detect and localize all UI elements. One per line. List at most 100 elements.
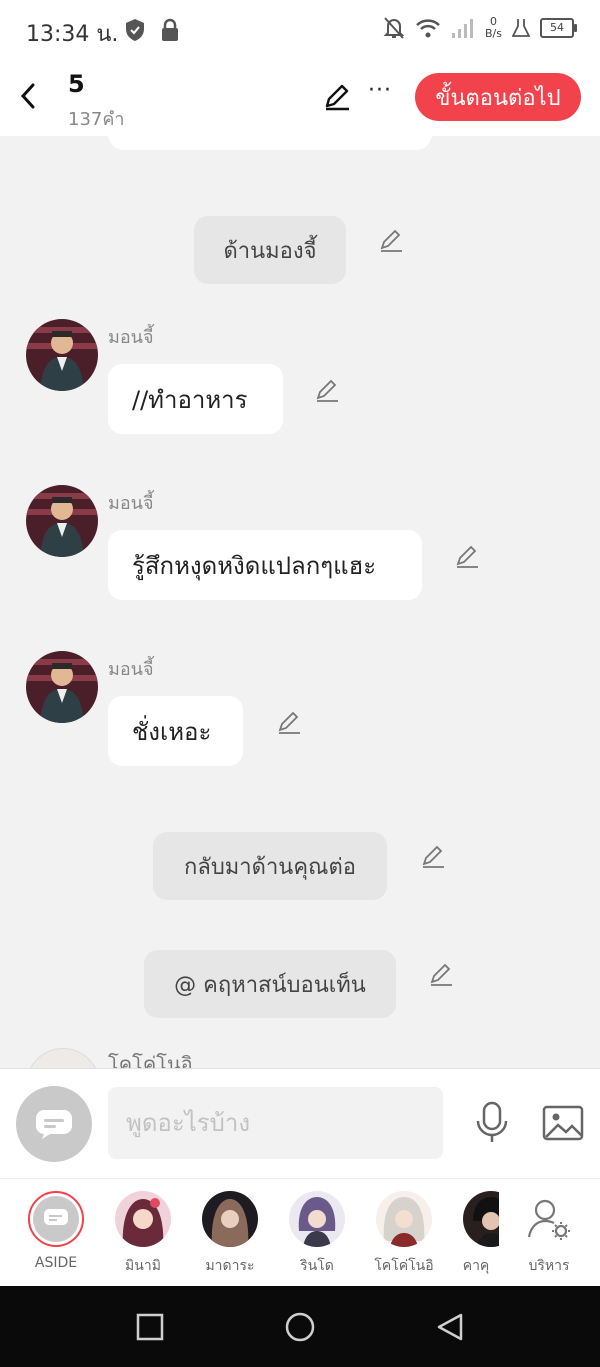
edit-message-button[interactable] bbox=[428, 962, 454, 988]
pencil-icon bbox=[430, 963, 452, 986]
pencil-icon bbox=[422, 845, 444, 868]
character-avatar-image bbox=[463, 1191, 499, 1247]
manage-characters-button[interactable]: บริหาร bbox=[511, 1191, 587, 1277]
battery-indicator: 54 bbox=[540, 18, 577, 38]
character-madara[interactable]: มาดาระ bbox=[192, 1191, 268, 1277]
character-label: คาคุ bbox=[462, 1258, 490, 1274]
flask-icon bbox=[512, 19, 530, 37]
character-label: ASIDE bbox=[34, 1255, 78, 1271]
chat-bubble-icon bbox=[36, 1110, 72, 1139]
speaker-name: โคโค่โนอิ bbox=[108, 1052, 193, 1068]
back-nav-button[interactable] bbox=[435, 1312, 465, 1342]
character-avatar-image bbox=[115, 1191, 171, 1247]
narration-text: ด้านมองจี้ bbox=[223, 238, 317, 264]
character-avatar-image bbox=[289, 1191, 345, 1247]
location-bubble[interactable]: @ คฤหาสน์บอนเท็น bbox=[144, 950, 396, 1018]
message-bubble[interactable]: รู้สึกหงุดหงิดแปลกๆแฮะ bbox=[108, 530, 422, 600]
narration-text: กลับมาด้านคุณต่อ bbox=[184, 854, 356, 880]
character-label: มาดาระ bbox=[205, 1258, 255, 1274]
recents-button[interactable] bbox=[135, 1312, 165, 1342]
character-label: มินามิ bbox=[125, 1258, 161, 1274]
status-left-icons bbox=[124, 18, 180, 42]
pencil-icon bbox=[278, 711, 300, 734]
triangle-back-icon bbox=[437, 1313, 463, 1341]
edit-message-button[interactable] bbox=[378, 228, 404, 254]
wifi-icon bbox=[416, 19, 440, 38]
signal-icon bbox=[452, 19, 474, 38]
character-label: รินโด bbox=[300, 1258, 334, 1274]
character-kokonoi[interactable]: โคโค่โนอิ bbox=[366, 1191, 442, 1277]
microphone-icon bbox=[476, 1101, 508, 1142]
character-label: บริหาร bbox=[528, 1258, 570, 1274]
pencil-icon bbox=[325, 84, 349, 111]
status-bar: 13:34 น. 0 B/s 54 bbox=[0, 0, 600, 60]
message-input[interactable] bbox=[108, 1087, 443, 1159]
character-avatar-image bbox=[202, 1191, 258, 1247]
avatar-monji[interactable] bbox=[26, 485, 98, 557]
message-input-box[interactable] bbox=[108, 1087, 443, 1159]
edit-message-button[interactable] bbox=[276, 710, 302, 736]
circle-icon bbox=[285, 1312, 315, 1342]
narration-bubble[interactable]: ด้านมองจี้ bbox=[194, 216, 346, 284]
image-upload-button[interactable] bbox=[542, 1105, 584, 1141]
app-header: 5 137คำ ··· ขั้นตอนต่อไป bbox=[0, 60, 600, 136]
net-speed-unit: B/s bbox=[485, 27, 502, 40]
character-label: โคโค่โนอิ bbox=[374, 1258, 434, 1274]
character-avatar-image bbox=[26, 651, 98, 723]
edit-message-button[interactable] bbox=[454, 544, 480, 570]
message-text: ชั่งเหอะ bbox=[132, 717, 212, 746]
speaker-name: มอนจี้ bbox=[108, 327, 154, 348]
status-right: 0 B/s 54 bbox=[383, 16, 577, 40]
chat-area[interactable]: ด้านมองจี้ มอนจี้ //ทำอาหาร มอนจี้ รู้สึ… bbox=[0, 136, 600, 1068]
message-text: //ทำอาหาร bbox=[132, 385, 248, 414]
status-time: 13:34 น. bbox=[26, 22, 119, 47]
character-avatar-image bbox=[26, 485, 98, 557]
character-avatar bbox=[289, 1191, 345, 1247]
character-minami[interactable]: มินามิ bbox=[105, 1191, 181, 1277]
bell-off-icon bbox=[383, 17, 405, 39]
voice-input-button[interactable] bbox=[474, 1101, 510, 1145]
speaker-name: มอนจี้ bbox=[108, 659, 154, 680]
back-button[interactable] bbox=[14, 80, 42, 112]
more-options-button[interactable]: ··· bbox=[368, 78, 392, 103]
shield-icon bbox=[126, 19, 144, 41]
edit-title-button[interactable] bbox=[322, 82, 352, 112]
character-avatar-image bbox=[376, 1191, 432, 1247]
image-icon bbox=[542, 1105, 584, 1141]
pencil-icon bbox=[380, 229, 402, 252]
avatar-monji[interactable] bbox=[26, 319, 98, 391]
pencil-icon bbox=[316, 379, 338, 402]
net-speed: 0 B/s bbox=[485, 16, 502, 40]
message-text: รู้สึกหงุดหงิดแปลกๆแฮะ bbox=[132, 551, 377, 580]
square-icon bbox=[136, 1313, 164, 1341]
selected-ring bbox=[28, 1191, 84, 1247]
word-count: 137คำ bbox=[68, 109, 125, 130]
message-bubble[interactable]: //ทำอาหาร bbox=[108, 364, 283, 434]
avatar-monji[interactable] bbox=[26, 651, 98, 723]
aside-mode-button[interactable] bbox=[16, 1086, 92, 1162]
home-button[interactable] bbox=[285, 1312, 315, 1342]
chat-bubble-icon bbox=[44, 1209, 68, 1225]
narration-bubble[interactable]: กลับมาด้านคุณต่อ bbox=[153, 832, 387, 900]
system-nav-bar bbox=[0, 1286, 600, 1367]
character-aside[interactable]: ASIDE bbox=[18, 1191, 94, 1271]
character-rindo[interactable]: รินโด bbox=[279, 1191, 355, 1277]
character-avatar bbox=[202, 1191, 258, 1247]
aside-avatar bbox=[33, 1196, 79, 1242]
edit-message-button[interactable] bbox=[314, 378, 340, 404]
character-avatar bbox=[376, 1191, 432, 1247]
edit-message-button[interactable] bbox=[420, 844, 446, 870]
chevron-left-icon bbox=[20, 83, 35, 109]
message-input-bar bbox=[0, 1068, 600, 1179]
character-avatar bbox=[463, 1191, 499, 1247]
message-bubble[interactable]: ชั่งเหอะ bbox=[108, 696, 243, 766]
lock-icon bbox=[162, 18, 178, 41]
next-step-button[interactable]: ขั้นตอนต่อไป bbox=[415, 73, 581, 121]
character-avatar bbox=[115, 1191, 171, 1247]
page-title: 5 bbox=[68, 70, 85, 98]
character-kaku[interactable]: คาคุ bbox=[453, 1191, 499, 1277]
partial-message-bubble bbox=[108, 136, 432, 150]
character-selector: ASIDE มินามิ มาดาระ รินโด โคโค่โนอิ คาคุ bbox=[0, 1178, 600, 1287]
avatar-kokonoi[interactable] bbox=[26, 1048, 100, 1068]
pencil-icon bbox=[456, 545, 478, 568]
